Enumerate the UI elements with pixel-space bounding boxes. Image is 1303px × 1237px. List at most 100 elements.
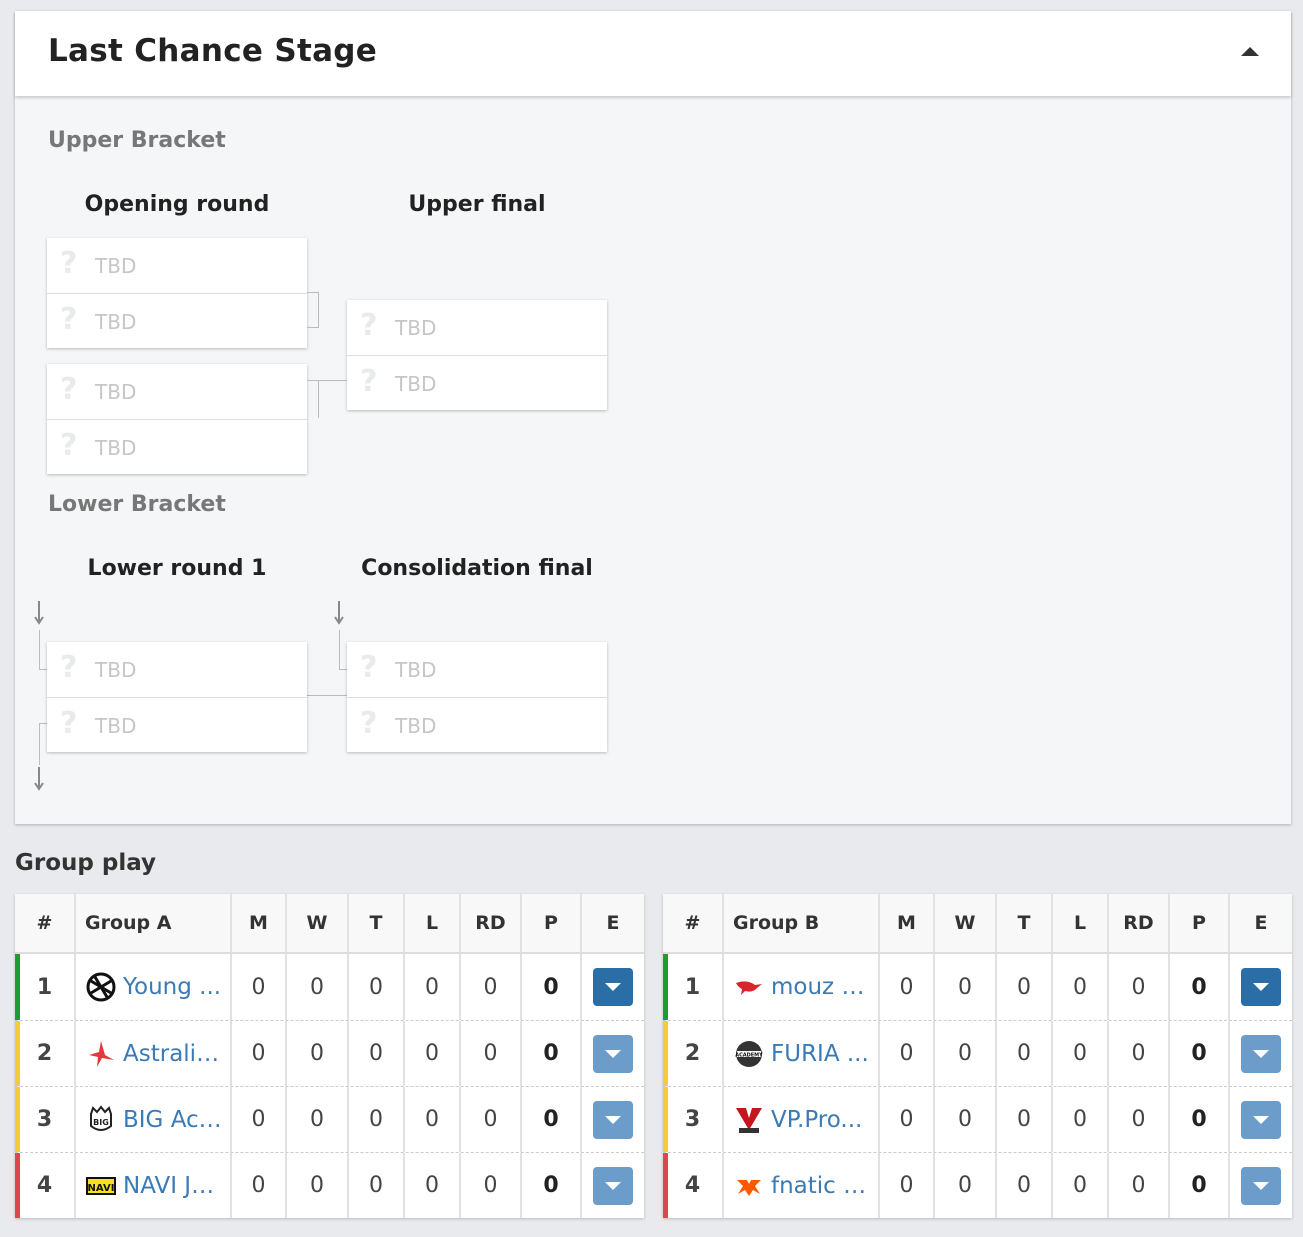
match-slot[interactable]: ? TBD	[47, 364, 307, 419]
column-header[interactable]: W	[935, 894, 997, 952]
status-stripe	[663, 1021, 668, 1086]
rank-cell: 4	[663, 1153, 724, 1218]
team-cell[interactable]: NAVI NAVI Ju...	[76, 1153, 232, 1218]
match-slot[interactable]: ? TBD	[347, 300, 607, 355]
stat-p-cell: 0	[1170, 954, 1230, 1020]
group-play-title: Group play	[15, 850, 157, 876]
round-title-lower-round-1: Lower round 1	[87, 556, 267, 581]
column-header[interactable]: E	[582, 894, 644, 952]
slot-label: TBD	[395, 316, 437, 340]
stat-t-cell: 0	[997, 954, 1053, 1020]
match-slot[interactable]: ? TBD	[47, 238, 307, 293]
caret-down-icon	[1253, 1181, 1269, 1190]
expand-button[interactable]	[1241, 1166, 1281, 1205]
match-upper-final[interactable]: ? TBD ? TBD	[347, 300, 607, 410]
expand-cell	[1230, 1153, 1292, 1218]
team-name-link[interactable]: NAVI Ju...	[123, 1173, 227, 1199]
panel-header[interactable]: Last Chance Stage	[15, 11, 1291, 96]
team-name-link[interactable]: Astralis...	[123, 1041, 227, 1067]
svg-text:BIG: BIG	[93, 1118, 109, 1127]
team-name-link[interactable]: VP.Pro...	[771, 1107, 862, 1133]
column-header[interactable]: M	[880, 894, 935, 952]
column-header[interactable]: T	[997, 894, 1053, 952]
status-stripe	[15, 1153, 20, 1218]
column-header[interactable]: L	[405, 894, 461, 952]
team-name-link[interactable]: mouz N...	[771, 974, 875, 1000]
match-slot[interactable]: ? TBD	[347, 697, 607, 752]
stat-rd-cell: 0	[461, 1087, 522, 1152]
stat-l-cell: 0	[1053, 1087, 1109, 1152]
stat-w-cell: 0	[287, 1153, 349, 1218]
lower-bracket-title: Lower Bracket	[48, 492, 226, 517]
column-header[interactable]: P	[1170, 894, 1230, 952]
unknown-team-icon: ?	[360, 650, 378, 685]
panel-title: Last Chance Stage	[48, 33, 378, 69]
match-slot[interactable]: ? TBD	[47, 419, 307, 474]
match-slot[interactable]: ? TBD	[347, 642, 607, 697]
astralis-logo-icon	[85, 1038, 117, 1070]
status-stripe	[15, 954, 20, 1020]
match-opening-2[interactable]: ? TBD ? TBD	[47, 364, 307, 474]
rank-cell: 3	[663, 1087, 724, 1152]
column-header[interactable]: P	[522, 894, 582, 952]
match-consolidation-final[interactable]: ? TBD ? TBD	[347, 642, 607, 752]
stat-w-cell: 0	[287, 1087, 349, 1152]
team-cell[interactable]: ACADEMY FURIA ...	[724, 1021, 880, 1086]
table-row: 1 mouz N... 0 0 0 0 0 0	[663, 954, 1292, 1020]
expand-button[interactable]	[1241, 968, 1281, 1006]
stat-p-cell: 0	[1170, 1153, 1230, 1218]
stat-w-cell: 0	[935, 1021, 997, 1086]
expand-button[interactable]	[1241, 1100, 1281, 1139]
bracket-connector	[339, 630, 347, 670]
column-header[interactable]: L	[1053, 894, 1109, 952]
table-row: 4 NAVI NAVI Ju... 0 0 0 0 0 0	[15, 1152, 644, 1218]
caret-down-icon	[1253, 983, 1269, 991]
match-slot[interactable]: ? TBD	[47, 697, 307, 752]
unknown-team-icon: ?	[60, 650, 78, 685]
match-lower-round-1[interactable]: ? TBD ? TBD	[47, 642, 307, 752]
mouz-logo-icon	[733, 971, 765, 1003]
team-name-link[interactable]: Young ...	[123, 974, 221, 1000]
collapse-caret-icon[interactable]	[1241, 47, 1259, 56]
expand-button[interactable]	[593, 1034, 633, 1073]
match-slot[interactable]: ? TBD	[347, 355, 607, 410]
last-chance-stage-panel: Last Chance Stage Upper Bracket Opening …	[15, 11, 1291, 824]
column-header[interactable]: W	[287, 894, 349, 952]
column-header[interactable]: RD	[1109, 894, 1170, 952]
team-cell[interactable]: mouz N...	[724, 954, 880, 1020]
stat-w-cell: 0	[935, 1087, 997, 1152]
team-name-link[interactable]: fnatic R...	[771, 1173, 875, 1199]
stat-m-cell: 0	[232, 1087, 287, 1152]
team-name-link[interactable]: FURIA ...	[771, 1041, 869, 1067]
column-header[interactable]: #	[15, 894, 76, 952]
expand-cell	[1230, 1087, 1292, 1152]
bracket-connector	[319, 380, 347, 381]
table-header-row: # Group A M W T L RD P E	[15, 894, 644, 954]
expand-button[interactable]	[593, 1100, 633, 1139]
column-header[interactable]: T	[349, 894, 405, 952]
column-header[interactable]: E	[1230, 894, 1292, 952]
match-opening-1[interactable]: ? TBD ? TBD	[47, 238, 307, 348]
stat-w-cell: 0	[935, 1153, 997, 1218]
expand-button[interactable]	[1241, 1034, 1281, 1073]
team-cell[interactable]: Young ...	[76, 954, 232, 1020]
stat-p-cell: 0	[522, 1021, 582, 1086]
column-header[interactable]: #	[663, 894, 724, 952]
stat-t-cell: 0	[349, 954, 405, 1020]
team-cell[interactable]: VP.Pro...	[724, 1087, 880, 1152]
match-slot[interactable]: ? TBD	[47, 293, 307, 348]
group-table: # Group B M W T L RD P E 1 mouz N... 0 0 0 0 0 0 2 ACADEMY…	[663, 894, 1292, 1218]
team-cell[interactable]: fnatic R...	[724, 1153, 880, 1218]
team-name-link[interactable]: BIG Aca...	[123, 1107, 227, 1133]
column-header[interactable]: M	[232, 894, 287, 952]
table-row: 4 fnatic R... 0 0 0 0 0 0	[663, 1152, 1292, 1218]
expand-button[interactable]	[593, 1166, 633, 1205]
team-cell[interactable]: BIG BIG Aca...	[76, 1087, 232, 1152]
match-slot[interactable]: ? TBD	[47, 642, 307, 697]
expand-button[interactable]	[593, 968, 633, 1006]
slot-label: TBD	[395, 372, 437, 396]
column-header[interactable]: RD	[461, 894, 522, 952]
slot-label: TBD	[95, 436, 137, 460]
status-stripe	[663, 1153, 668, 1218]
team-cell[interactable]: Astralis...	[76, 1021, 232, 1086]
